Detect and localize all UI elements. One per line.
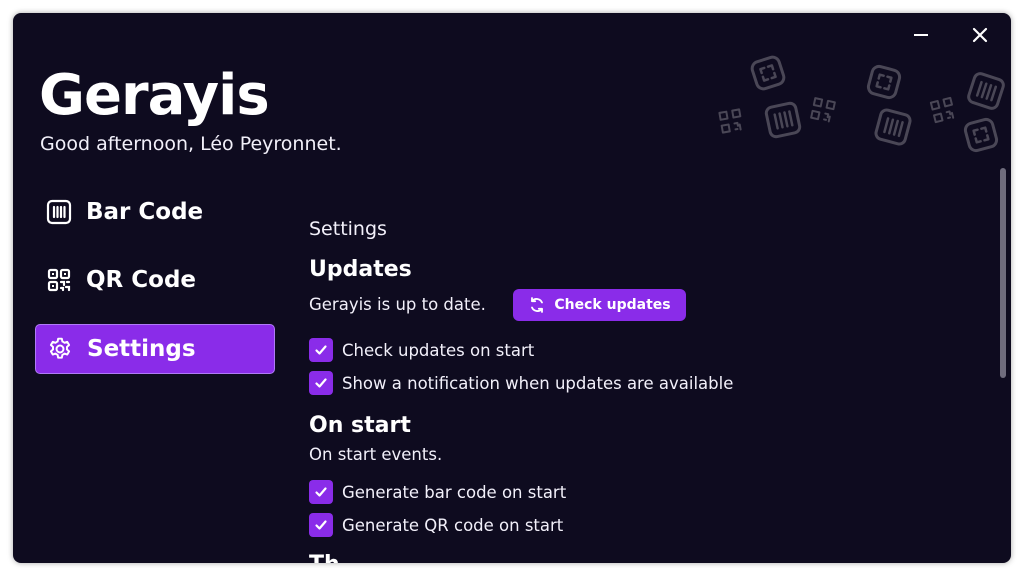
scrollbar[interactable] (1000, 168, 1006, 378)
gear-icon (46, 335, 74, 363)
qrcode-icon (810, 97, 836, 123)
close-button[interactable] (960, 21, 1000, 49)
app-title: Gerayis (39, 63, 270, 128)
checkbox[interactable] (309, 338, 333, 362)
checkbox-generate-qr-code[interactable]: Generate QR code on start (309, 512, 563, 538)
qrcode-icon (929, 96, 955, 124)
barcode-icon (967, 72, 1005, 110)
nav-item-qr-code[interactable]: QR Code (35, 256, 273, 304)
checkbox-generate-bar-code[interactable]: Generate bar code on start (309, 479, 566, 505)
checkbox-update-notification[interactable]: Show a notification when updates are ava… (309, 370, 733, 396)
scan-icon (866, 64, 902, 100)
nav-item-label: QR Code (86, 267, 197, 293)
checkbox-label: Generate QR code on start (342, 515, 564, 535)
greeting-text: Good afternoon, Léo Peyronnet. (40, 133, 342, 155)
checkbox-check-updates-on-start[interactable]: Check updates on start (309, 337, 534, 363)
nav-item-bar-code[interactable]: Bar Code (35, 188, 273, 236)
on-start-heading: On start (309, 413, 411, 438)
qrcode-icon (718, 108, 742, 134)
close-icon (972, 27, 988, 43)
nav-item-label: Settings (87, 336, 196, 362)
sidebar-nav: Bar Code QR Code Settings (35, 188, 275, 394)
decorative-icon-pattern (718, 55, 1005, 153)
scan-icon (963, 117, 999, 153)
update-status-text: Gerayis is up to date. (309, 295, 486, 314)
minimize-button[interactable] (901, 21, 941, 49)
on-start-description: On start events. (309, 445, 443, 464)
checkbox-label: Generate bar code on start (342, 482, 567, 502)
checkmark-icon (315, 378, 327, 388)
checkbox-label: Check updates on start (342, 340, 535, 360)
barcode-icon (874, 108, 912, 146)
nav-item-settings[interactable]: Settings (35, 324, 275, 374)
barcode-icon (764, 101, 802, 139)
nav-item-label: Bar Code (86, 199, 204, 225)
updates-heading: Updates (309, 257, 412, 282)
page-title: Settings (309, 218, 387, 240)
app-window: Gerayis Good afternoon, Léo Peyronnet. B… (13, 13, 1011, 563)
checkbox[interactable] (309, 480, 333, 504)
next-section-heading: Th (309, 554, 340, 563)
scan-icon (750, 55, 786, 91)
barcode-icon (45, 198, 73, 226)
checkmark-icon (315, 345, 327, 355)
checkmark-icon (315, 487, 327, 497)
check-updates-button[interactable]: Check updates (513, 289, 686, 321)
check-updates-label: Check updates (554, 297, 671, 313)
qrcode-icon (45, 266, 73, 294)
minimize-icon (914, 34, 928, 36)
checkbox[interactable] (309, 513, 333, 537)
refresh-icon (528, 296, 546, 314)
checkbox-label: Show a notification when updates are ava… (342, 373, 734, 393)
checkmark-icon (315, 520, 327, 530)
checkbox[interactable] (309, 371, 333, 395)
